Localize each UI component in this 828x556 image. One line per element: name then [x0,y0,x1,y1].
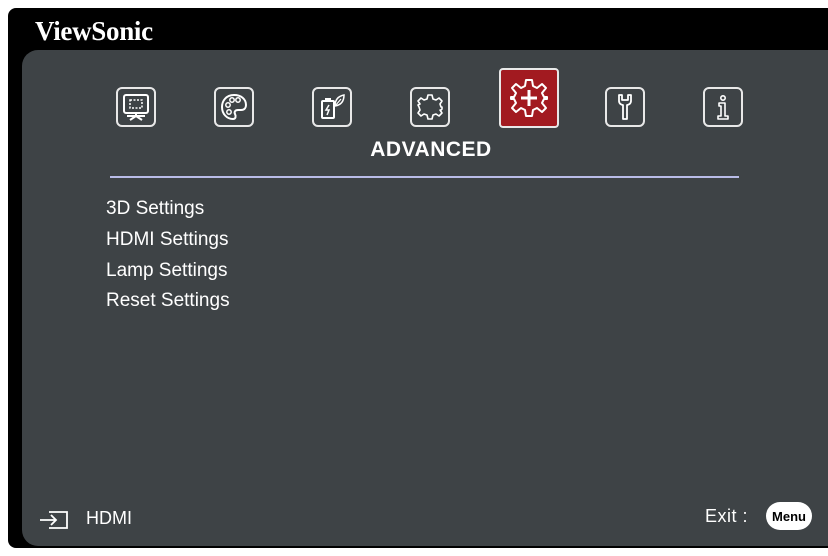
tab-display[interactable] [116,87,156,127]
menu-panel: ADVANCED 3D Settings HDMI Settings Lamp … [22,50,828,546]
info-icon [717,94,729,120]
tab-basic[interactable] [410,87,450,127]
input-source-icon [40,511,68,529]
osd-menu: ViewSonic ADVANCED 3D Settings HDMI Sett… [8,8,828,548]
menu-key-badge[interactable]: Menu [766,502,812,530]
title-divider [110,176,739,178]
active-tab-title: ADVANCED [370,138,492,161]
power-eco-icon [321,94,345,119]
tab-information[interactable] [703,87,743,127]
advanced-gear-icon [510,79,548,117]
input-source-label: HDMI [86,508,132,528]
wrench-icon [618,94,632,120]
display-icon [123,94,149,121]
menu-item-3d-settings[interactable]: 3D Settings [106,198,204,220]
tab-settings[interactable] [605,87,645,127]
menu-item-reset-settings[interactable]: Reset Settings [106,290,230,312]
gear-icon [417,94,443,120]
menu-item-lamp-settings[interactable]: Lamp Settings [106,260,227,282]
tab-color[interactable] [214,87,254,127]
palette-icon [220,93,248,121]
tab-power-management[interactable] [312,87,352,127]
exit-label: Exit : [705,506,749,526]
tab-advanced[interactable] [499,68,559,128]
brand-logo: ViewSonic [35,16,153,46]
menu-item-hdmi-settings[interactable]: HDMI Settings [106,229,228,251]
